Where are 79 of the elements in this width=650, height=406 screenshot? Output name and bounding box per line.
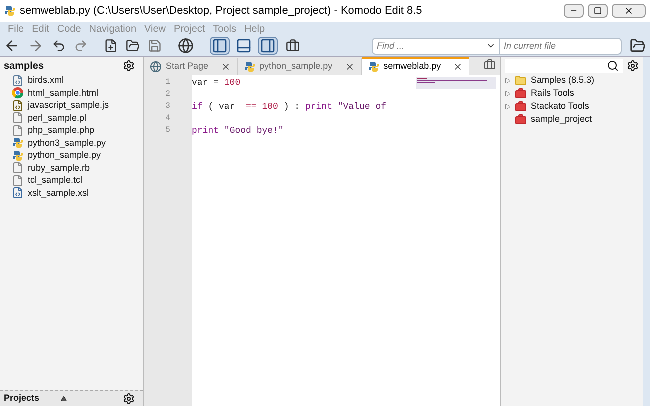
undo-icon[interactable] <box>52 39 66 53</box>
python-icon <box>12 150 24 162</box>
file-icon <box>12 174 24 187</box>
expand-icon[interactable] <box>505 104 511 110</box>
code-line: if ( var == 100 ) : print "Value of <box>192 102 386 112</box>
file-icon <box>12 162 24 174</box>
code-line: print "Good bye!" <box>192 126 284 136</box>
tree-item[interactable]: Samples (8.5.3) <box>505 75 639 87</box>
file-tree-row[interactable]: php_sample.php <box>12 125 131 136</box>
new-file-icon[interactable] <box>104 39 118 53</box>
python-icon <box>12 137 24 150</box>
close-button[interactable] <box>612 4 646 18</box>
back-icon[interactable] <box>4 38 20 54</box>
right-pane-icon <box>260 38 276 54</box>
bottom-pane-icon <box>236 38 252 54</box>
file-tree-row[interactable]: html_sample.html <box>12 88 131 99</box>
line-number: 3 <box>166 101 170 113</box>
open-folder-icon[interactable] <box>126 39 140 53</box>
toolbox-icon <box>515 101 527 113</box>
left-pane-icon <box>212 38 228 54</box>
globe-icon <box>150 60 162 72</box>
python-icon <box>244 60 256 72</box>
close-icon <box>624 6 634 16</box>
globe-icon[interactable] <box>178 38 194 54</box>
folder-icon <box>515 75 527 87</box>
python-icon <box>368 61 380 73</box>
search-icon <box>607 60 619 72</box>
globe-circle-icon <box>12 87 24 100</box>
line-number: 4 <box>166 113 170 125</box>
settings-icon[interactable] <box>123 392 135 404</box>
find-field[interactable]: Find ... <box>372 38 500 54</box>
xsl-file-icon <box>12 187 24 200</box>
file-icon <box>12 124 24 137</box>
search-field[interactable] <box>505 59 623 73</box>
file-tree-row[interactable]: javascript_sample.js <box>12 100 131 112</box>
forward-icon[interactable] <box>28 38 44 54</box>
close-tab-icon[interactable] <box>344 62 355 72</box>
close-tab-icon[interactable] <box>453 62 464 72</box>
line-number: 2 <box>166 89 170 101</box>
collapse-icon[interactable] <box>61 396 67 402</box>
code-editor[interactable]: var = 100 if ( var == 100 ) : print "Value of print "Good bye!" <box>192 75 500 406</box>
file-tree-row[interactable]: python3_sample.py <box>12 138 131 149</box>
close-tab-icon[interactable] <box>220 62 231 72</box>
tree-item[interactable]: Stackato Tools <box>505 101 639 113</box>
expand-icon[interactable] <box>505 78 511 84</box>
code-line: var = 100 <box>192 78 241 88</box>
expand-icon[interactable] <box>505 91 511 97</box>
line-number: 1 <box>166 77 170 89</box>
toolbox-icon[interactable] <box>286 39 300 53</box>
settings-icon[interactable] <box>627 60 639 72</box>
line-number: 5 <box>166 125 170 137</box>
maximize-icon <box>594 7 602 15</box>
file-tree-row[interactable]: python_sample.py <box>12 150 131 162</box>
window-title: semweblab.py (C:\Users\User\Desktop, Project sample_project) - Komodo Edit 8.5 <box>20 4 422 19</box>
panel-title: Projects <box>4 392 40 405</box>
file-tree-row[interactable]: perl_sample.pl <box>12 112 131 124</box>
tree-item[interactable]: sample_project <box>505 114 639 126</box>
file-tree-row[interactable]: tcl_sample.tcl <box>12 175 131 186</box>
python-icon <box>4 5 16 17</box>
toolbox-icon <box>515 88 527 100</box>
panel-title: samples <box>4 60 44 74</box>
toolbox-icon <box>515 114 527 126</box>
folder-icon[interactable] <box>630 38 646 54</box>
toolbox-icon[interactable] <box>484 59 496 71</box>
editor-tab[interactable]: semweblab.py <box>362 57 470 75</box>
save-icon[interactable] <box>148 39 162 53</box>
script-file-icon <box>12 100 24 112</box>
redo-icon[interactable] <box>74 39 88 53</box>
scope-field[interactable]: In current file <box>500 38 622 54</box>
file-icon <box>12 112 24 124</box>
settings-icon[interactable] <box>123 60 135 72</box>
tree-item[interactable]: Rails Tools <box>505 88 639 100</box>
pane-toggle-button[interactable] <box>210 37 230 55</box>
file-tree-row[interactable]: ruby_sample.rb <box>12 162 131 174</box>
file-tree-row[interactable]: birds.xml <box>12 75 131 86</box>
maximize-button[interactable] <box>588 4 608 18</box>
pane-toggle-button[interactable] <box>258 37 278 55</box>
file-tree-row[interactable]: xslt_sample.xsl <box>12 188 131 199</box>
xml-file-icon <box>12 74 24 87</box>
